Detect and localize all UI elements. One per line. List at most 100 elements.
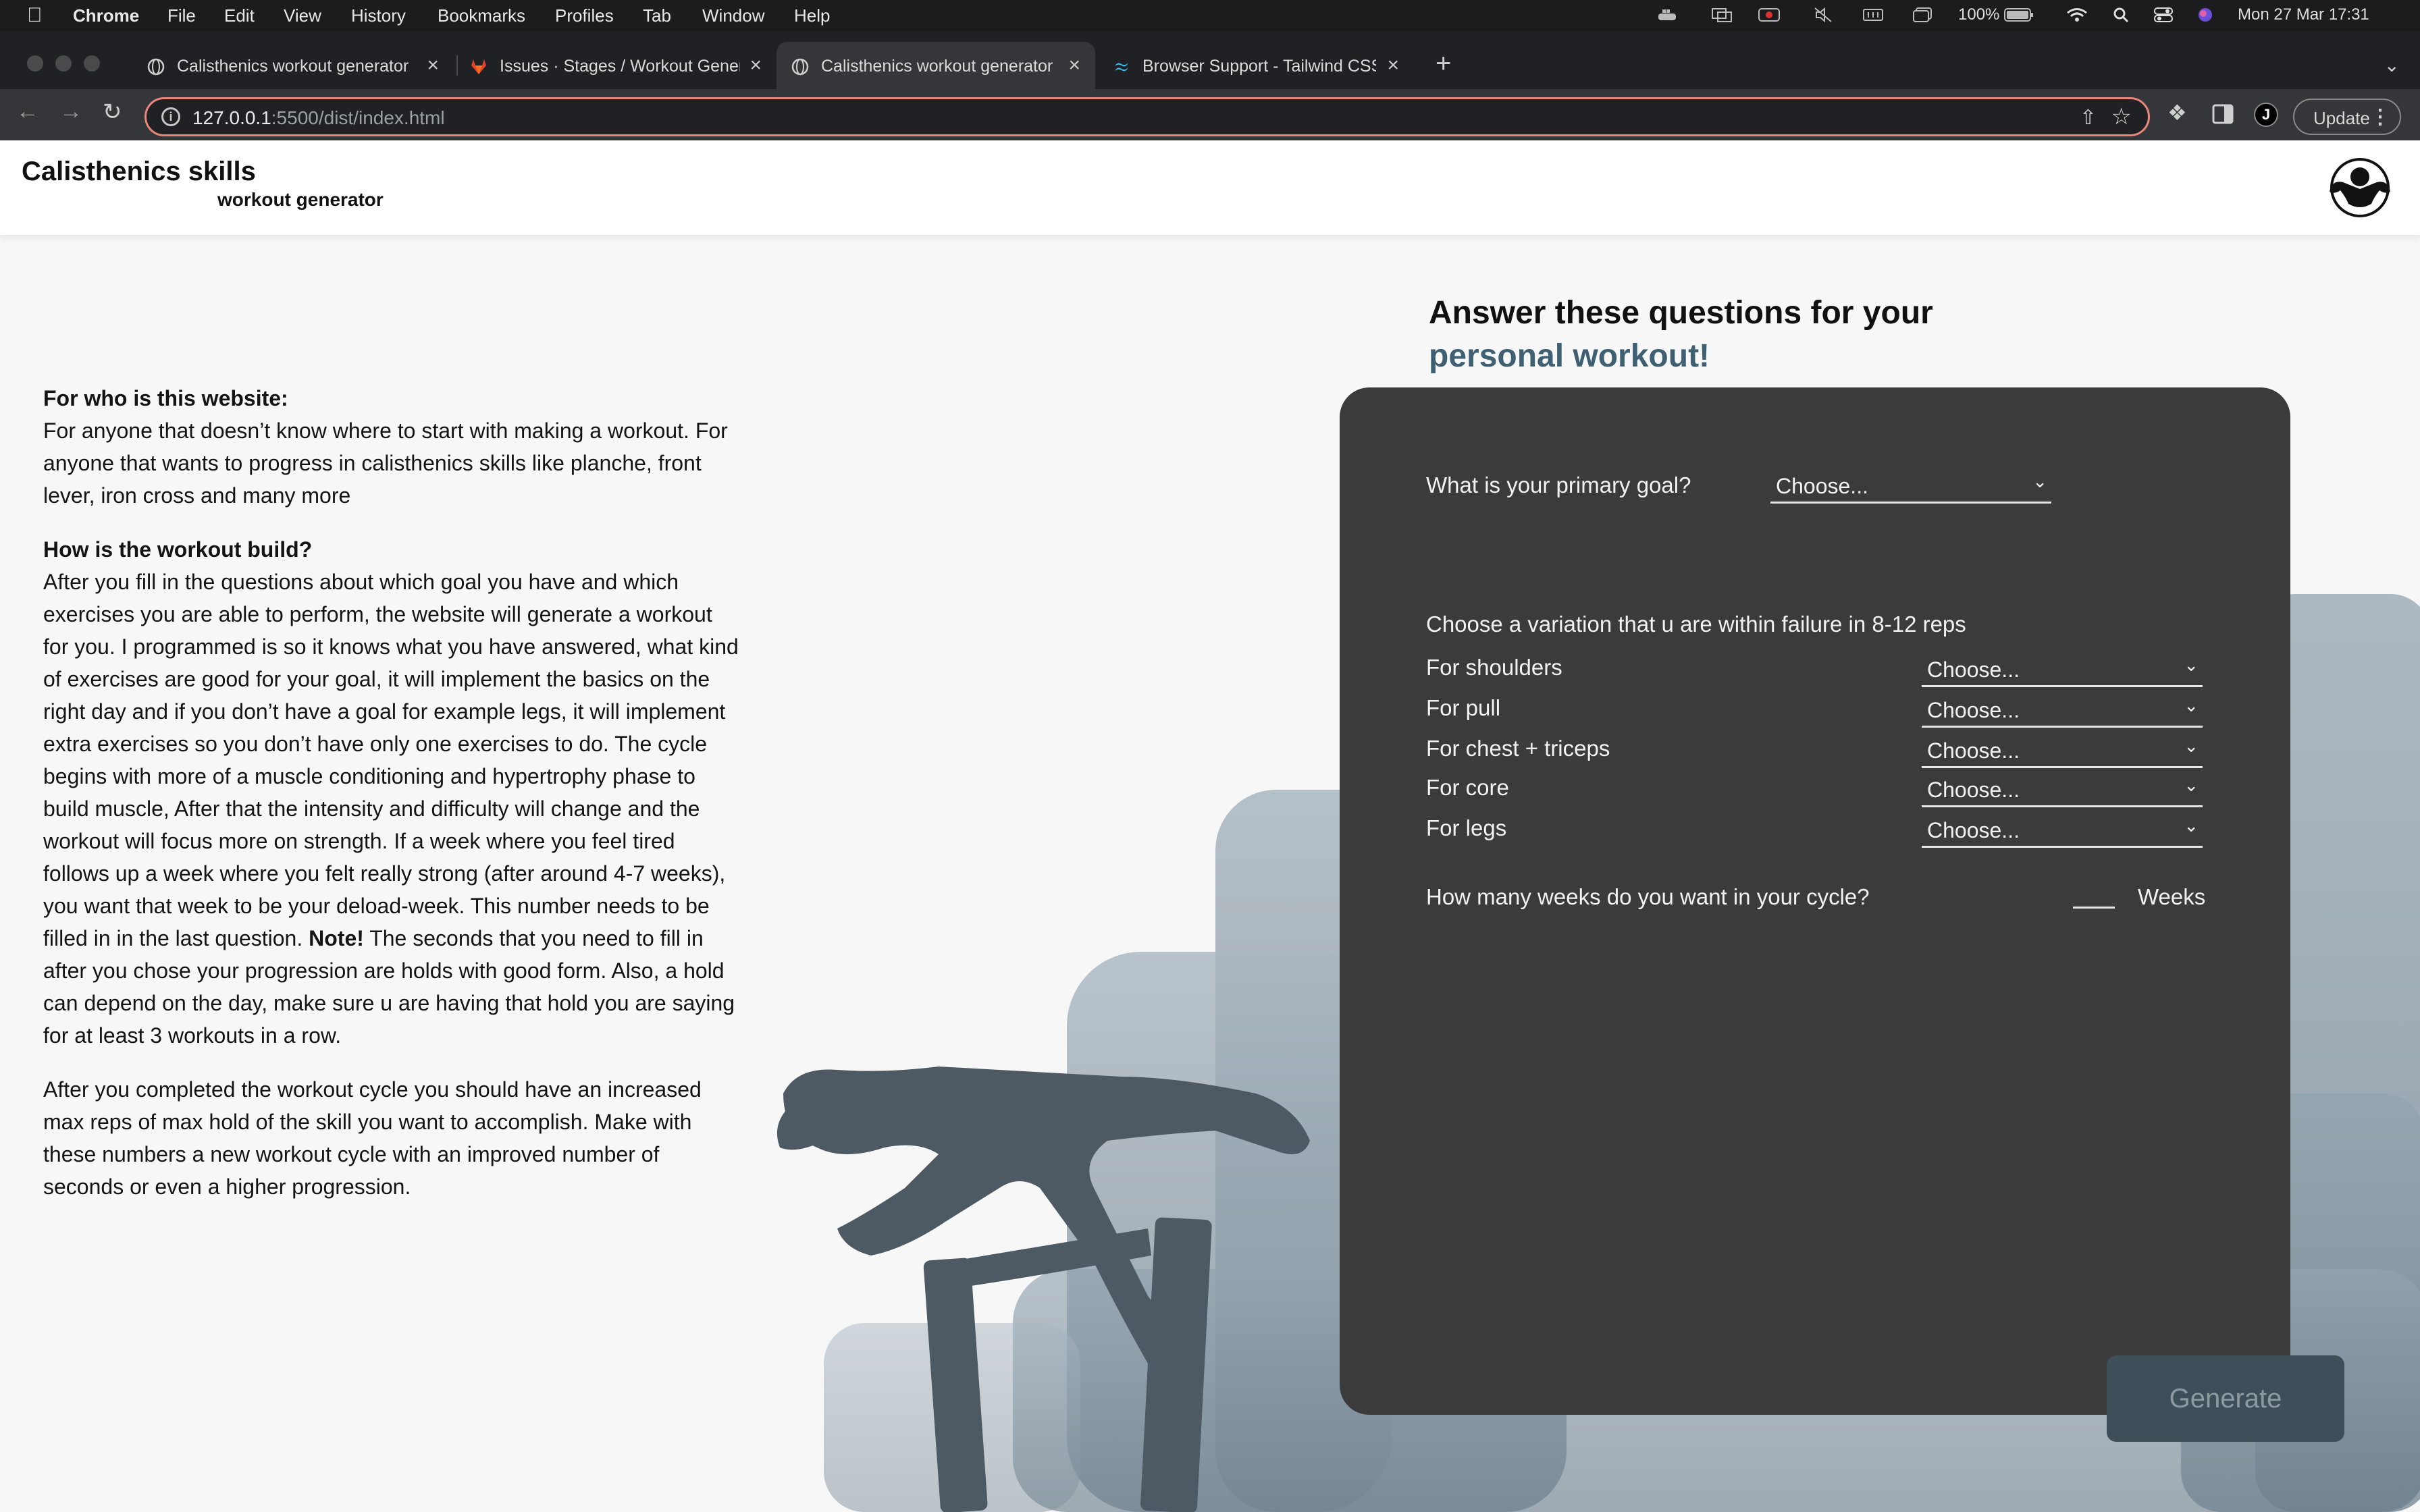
tab-title: Calisthenics workout generator (177, 57, 409, 76)
weeks-unit-label: Weeks (2138, 884, 2206, 909)
window-zoom-button[interactable] (84, 55, 100, 72)
shoulders-label: For shoulders (1426, 655, 1562, 680)
site-subtitle: workout generator (217, 189, 384, 210)
menu-file[interactable]: File (167, 5, 196, 26)
extensions-puzzle-icon[interactable]: ❖ (2167, 100, 2187, 126)
apple-menu-icon[interactable]:  (27, 4, 43, 27)
note-label: Note! (309, 926, 364, 950)
menu-window[interactable]: Window (702, 5, 764, 26)
tab-tailwind-support[interactable]: Browser Support - Tailwind CSS × (1098, 42, 1414, 89)
goal-question-label: What is your primary goal? (1426, 473, 1691, 497)
docker-icon[interactable] (1657, 7, 1679, 23)
memory-icon[interactable] (1862, 7, 1884, 23)
tab-search-chevron-icon[interactable]: ⌄ (2384, 54, 2400, 76)
app-menu-chrome[interactable]: Chrome (73, 5, 139, 26)
spotlight-search-icon[interactable] (2111, 7, 2132, 23)
menu-profiles[interactable]: Profiles (555, 5, 614, 26)
how-paragraph: How is the workout build? After you fill… (43, 533, 739, 1052)
battery-icon[interactable] (2004, 7, 2034, 23)
core-select-value: Choose... (1927, 778, 2020, 802)
url-text[interactable]: 127.0.0.1:5500/dist/index.html (192, 107, 445, 129)
legs-select-value: Choose... (1927, 818, 2020, 842)
back-icon[interactable]: ← (16, 99, 39, 125)
siri-icon[interactable] (2194, 7, 2216, 23)
tab-calisthenics-1[interactable]: Calisthenics workout generator × (132, 42, 454, 89)
reload-icon[interactable]: ↻ (103, 99, 122, 126)
chevron-down-icon: ⌄ (2184, 736, 2199, 756)
record-icon[interactable] (1758, 7, 1780, 23)
after-body: After you completed the workout cycle yo… (43, 1077, 702, 1199)
menu-history[interactable]: History (351, 5, 406, 26)
update-button[interactable]: Update ⋮ (2293, 99, 2401, 135)
chest-triceps-label: For chest + triceps (1426, 736, 1610, 761)
form-heading: Answer these questions for your personal… (1429, 292, 1933, 378)
bookmark-star-icon[interactable]: ☆ (2111, 103, 2132, 130)
core-select[interactable]: Choose... ⌄ (1922, 771, 2203, 807)
menu-tab[interactable]: Tab (643, 5, 671, 26)
how-heading: How is the workout build? (43, 537, 313, 562)
how-body: After you fill in the questions about wh… (43, 570, 739, 950)
legs-select[interactable]: Choose... ⌄ (1922, 811, 2203, 848)
tab-close-icon[interactable]: × (427, 54, 439, 77)
battery-percent: 100% (1958, 5, 2000, 24)
menu-help[interactable]: Help (794, 5, 830, 26)
tab-calisthenics-active[interactable]: Calisthenics workout generator × (777, 42, 1095, 89)
os-menubar:  Chrome File Edit View History Bookmark… (0, 0, 2420, 31)
tab-title: Issues · Stages / Workout Generator (500, 57, 740, 76)
weeks-question-label: How many weeks do you want in your cycle… (1426, 884, 1870, 909)
wifi-icon[interactable] (2066, 7, 2088, 23)
goal-select-value: Choose... (1776, 474, 1868, 498)
generate-button[interactable]: Generate (2107, 1355, 2344, 1442)
gitlab-icon (471, 59, 486, 74)
chevron-down-icon: ⌄ (2184, 695, 2199, 716)
variation-intro-label: Choose a variation that u are within fai… (1426, 612, 1966, 637)
pull-select[interactable]: Choose... ⌄ (1922, 691, 2203, 728)
profile-avatar[interactable]: J (2254, 103, 2278, 127)
who-paragraph: For who is this website: For anyone that… (43, 382, 739, 512)
mute-icon[interactable] (1812, 7, 1834, 23)
who-body: For anyone that doesn’t know where to st… (43, 418, 728, 508)
tab-title: Browser Support - Tailwind CSS (1142, 57, 1376, 76)
strongman-logo-icon[interactable] (2323, 157, 2397, 219)
address-bar[interactable]: i 127.0.0.1:5500/dist/index.html ⇧ ☆ (144, 97, 2150, 136)
side-panel-icon[interactable] (2212, 104, 2234, 124)
weeks-input[interactable] (2073, 902, 2115, 909)
workout-form-panel: What is your primary goal? Choose... ⌄ C… (1340, 387, 2290, 1415)
tab-close-icon[interactable]: × (749, 54, 762, 77)
menu-bookmarks[interactable]: Bookmarks (438, 5, 525, 26)
globe-icon (147, 58, 165, 76)
chevron-down-icon: ⌄ (2184, 815, 2199, 836)
after-paragraph: After you completed the workout cycle yo… (43, 1073, 739, 1203)
menu-view[interactable]: View (284, 5, 321, 26)
new-tab-icon[interactable]: + (1436, 49, 1451, 79)
tab-close-icon[interactable]: × (1068, 54, 1080, 77)
chevron-down-icon: ⌄ (2032, 471, 2047, 491)
menu-edit[interactable]: Edit (224, 5, 255, 26)
chest-triceps-select[interactable]: Choose... ⌄ (1922, 732, 2203, 768)
tab-close-icon[interactable]: × (1387, 54, 1399, 77)
globe-icon (791, 58, 809, 76)
chevron-down-icon: ⌄ (2184, 775, 2199, 795)
update-label: Update (2313, 108, 2370, 128)
window-minimize-button[interactable] (55, 55, 72, 72)
share-icon[interactable]: ⇧ (2080, 106, 2097, 130)
shoulders-select[interactable]: Choose... ⌄ (1922, 651, 2203, 687)
tab-gitlab-issues[interactable]: Issues · Stages / Workout Generator × (455, 42, 777, 89)
kebab-menu-icon[interactable]: ⋮ (2370, 105, 2390, 129)
screen-mirror-icon[interactable] (1711, 7, 1733, 23)
tailwind-icon (1115, 63, 1128, 72)
control-center-icon[interactable] (2153, 7, 2174, 23)
pull-label: For pull (1426, 695, 1501, 720)
window-stack-icon[interactable] (1912, 7, 1934, 23)
clock[interactable]: Mon 27 Mar 17:31 (2238, 5, 2369, 24)
legs-label: For legs (1426, 815, 1507, 840)
site-title: Calisthenics skills (22, 157, 256, 186)
chevron-down-icon: ⌄ (2184, 655, 2199, 675)
site-header: Calisthenics skills workout generator (0, 140, 2420, 235)
forward-icon[interactable]: → (59, 99, 82, 125)
who-heading: For who is this website: (43, 386, 288, 410)
shoulders-select-value: Choose... (1927, 657, 2020, 682)
window-close-button[interactable] (27, 55, 43, 72)
site-info-icon[interactable]: i (161, 107, 180, 126)
goal-select[interactable]: Choose... ⌄ (1770, 467, 2051, 504)
